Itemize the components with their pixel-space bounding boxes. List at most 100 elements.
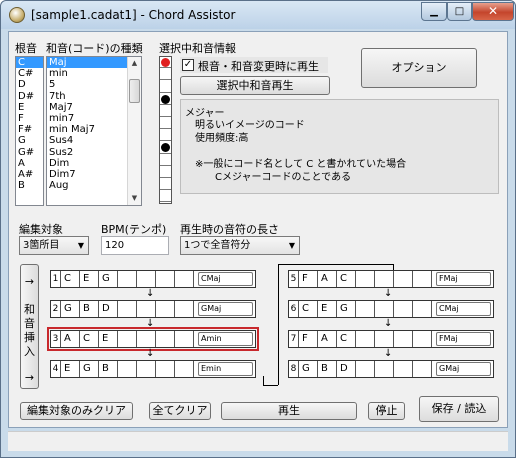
note-cell[interactable] bbox=[414, 301, 432, 317]
root-option[interactable]: B bbox=[16, 180, 43, 191]
note-cell[interactable]: E bbox=[319, 301, 337, 317]
sequence-row[interactable]: 3 A C E Amin bbox=[47, 327, 259, 351]
checkbox-check-icon[interactable]: ✓ bbox=[182, 59, 194, 71]
note-cell[interactable] bbox=[176, 331, 194, 347]
sequence-row[interactable]: 5 F A C FMaj bbox=[288, 270, 494, 288]
note-cell[interactable]: D bbox=[100, 301, 118, 317]
note-cell[interactable] bbox=[119, 301, 137, 317]
note-cell[interactable] bbox=[157, 271, 175, 287]
sequence-row[interactable]: 2 G B D GMaj bbox=[50, 300, 256, 318]
note-cell[interactable]: C bbox=[300, 301, 318, 317]
note-cell[interactable] bbox=[357, 301, 375, 317]
note-cell[interactable] bbox=[376, 361, 394, 377]
note-cell[interactable]: A bbox=[319, 271, 337, 287]
insert-chord-button[interactable]: → 和 音 挿 入 → bbox=[20, 264, 39, 389]
sequence-row[interactable]: 1 C E G CMaj bbox=[50, 270, 256, 288]
root-option[interactable]: F bbox=[16, 113, 43, 124]
note-cell[interactable] bbox=[119, 331, 137, 347]
root-option[interactable]: C# bbox=[16, 68, 43, 79]
note-cell[interactable]: C bbox=[338, 331, 356, 347]
note-cell[interactable]: G bbox=[338, 301, 356, 317]
root-option[interactable]: D bbox=[16, 79, 43, 90]
minimize-button[interactable]: ▁ bbox=[421, 2, 447, 21]
note-cell[interactable] bbox=[119, 271, 137, 287]
close-button[interactable]: ✕ bbox=[472, 2, 514, 21]
play-button[interactable]: 再生 bbox=[221, 402, 357, 420]
note-cell[interactable]: E bbox=[62, 361, 80, 377]
stop-button[interactable]: 停止 bbox=[368, 402, 405, 420]
note-cell[interactable]: B bbox=[319, 361, 337, 377]
chord-type-scrollbar[interactable]: ▲ ▼ bbox=[127, 57, 141, 205]
root-option[interactable]: A# bbox=[16, 169, 43, 180]
chord-name: Amin bbox=[198, 332, 253, 346]
note-cell[interactable] bbox=[357, 361, 375, 377]
note-cell[interactable]: F bbox=[300, 271, 318, 287]
root-listbox[interactable]: C C# D D# E F F# G G# A A# B bbox=[15, 56, 44, 206]
root-option[interactable]: G bbox=[16, 135, 43, 146]
note-cell[interactable] bbox=[138, 301, 156, 317]
sequence-row[interactable]: 8 G B D GMaj bbox=[288, 360, 494, 378]
note-cell[interactable]: B bbox=[100, 361, 118, 377]
note-cell[interactable]: B bbox=[81, 301, 99, 317]
note-cell[interactable] bbox=[157, 331, 175, 347]
note-cell[interactable] bbox=[119, 361, 137, 377]
note-cell[interactable]: C bbox=[338, 271, 356, 287]
note-cell[interactable]: A bbox=[62, 331, 80, 347]
root-option[interactable]: G# bbox=[16, 147, 43, 158]
note-cell[interactable] bbox=[357, 271, 375, 287]
note-cell[interactable] bbox=[176, 301, 194, 317]
note-cell[interactable]: G bbox=[300, 361, 318, 377]
sequence-row[interactable]: 7 F A C FMaj bbox=[288, 330, 494, 348]
note-cell[interactable] bbox=[414, 271, 432, 287]
note-cell[interactable] bbox=[157, 301, 175, 317]
note-cell[interactable] bbox=[376, 301, 394, 317]
note-cell[interactable]: G bbox=[62, 301, 80, 317]
note-cell[interactable] bbox=[376, 271, 394, 287]
root-option[interactable]: F# bbox=[16, 124, 43, 135]
note-cell[interactable]: C bbox=[62, 271, 80, 287]
note-cell[interactable]: E bbox=[100, 331, 118, 347]
note-cell[interactable] bbox=[395, 361, 413, 377]
note-cell[interactable] bbox=[395, 271, 413, 287]
sequence-row[interactable]: 4 E G B Emin bbox=[50, 360, 256, 378]
note-cell[interactable]: E bbox=[81, 271, 99, 287]
clear-all-button[interactable]: 全てクリア bbox=[149, 402, 211, 420]
note-cell[interactable] bbox=[176, 271, 194, 287]
clear-target-button[interactable]: 編集対象のみクリア bbox=[20, 402, 133, 420]
scroll-up-icon[interactable]: ▲ bbox=[128, 57, 141, 70]
note-length-select[interactable]: 1つで全音符分 ▼ bbox=[180, 236, 300, 255]
note-cell[interactable] bbox=[395, 301, 413, 317]
title-bar[interactable]: [sample1.cadat1] - Chord Assistor ▁ □ ✕ bbox=[1, 1, 515, 29]
maximize-button[interactable]: □ bbox=[447, 2, 472, 21]
note-cell[interactable] bbox=[176, 361, 194, 377]
edit-target-select[interactable]: 3箇所目 ▼ bbox=[19, 236, 89, 255]
note-cell[interactable] bbox=[414, 361, 432, 377]
note-cell[interactable] bbox=[138, 361, 156, 377]
sequence-row[interactable]: 6 C E G CMaj bbox=[288, 300, 494, 318]
note-cell[interactable] bbox=[157, 361, 175, 377]
options-button[interactable]: オプション bbox=[361, 48, 477, 88]
replay-on-change-checkbox-row[interactable]: ✓ 根音・和音変更時に再生 bbox=[180, 57, 328, 73]
note-cell[interactable]: F bbox=[300, 331, 318, 347]
bpm-input[interactable]: 120 bbox=[101, 236, 169, 255]
root-option[interactable]: D# bbox=[16, 91, 43, 102]
save-load-button[interactable]: 保存 / 読込 bbox=[419, 396, 499, 422]
root-option[interactable]: C bbox=[16, 57, 43, 69]
note-cell[interactable] bbox=[138, 271, 156, 287]
root-option[interactable]: A bbox=[16, 158, 43, 169]
note-cell[interactable]: D bbox=[338, 361, 356, 377]
note-cell[interactable] bbox=[138, 331, 156, 347]
note-cell[interactable] bbox=[414, 331, 432, 347]
note-cell[interactable]: A bbox=[319, 331, 337, 347]
note-cell[interactable]: C bbox=[81, 331, 99, 347]
note-cell[interactable]: G bbox=[100, 271, 118, 287]
root-option[interactable]: E bbox=[16, 102, 43, 113]
chord-type-listbox[interactable]: Maj min 5 7th Maj7 min7 min Maj7 Sus4 Sus2 Dim Dim… bbox=[46, 56, 142, 206]
note-cell[interactable] bbox=[376, 331, 394, 347]
note-cell[interactable] bbox=[357, 331, 375, 347]
note-cell[interactable] bbox=[395, 331, 413, 347]
note-cell[interactable]: G bbox=[81, 361, 99, 377]
play-selected-chord-button[interactable]: 選択中和音再生 bbox=[180, 76, 330, 95]
scroll-down-icon[interactable]: ▼ bbox=[128, 192, 141, 205]
scroll-thumb[interactable] bbox=[129, 79, 140, 103]
